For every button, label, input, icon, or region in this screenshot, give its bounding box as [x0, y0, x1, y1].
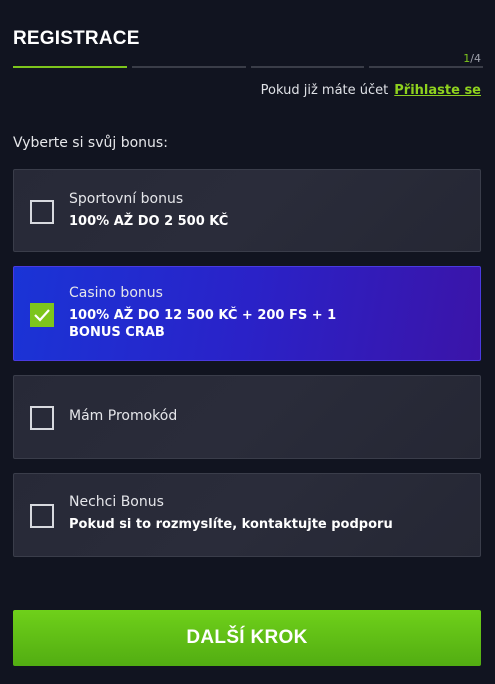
page-title: REGISTRACE — [13, 28, 140, 49]
login-link[interactable]: Přihlaste se — [394, 83, 481, 98]
bonus-option-none[interactable]: Nechci Bonus Pokud si to rozmyslíte, kon… — [13, 473, 481, 557]
checkbox-sport[interactable] — [30, 200, 54, 224]
step-indicator-1 — [13, 66, 127, 68]
login-prompt: Pokud již máte účet — [260, 83, 389, 98]
step-indicator-2 — [131, 66, 246, 68]
bonus-option-casino[interactable]: Casino bonus 100% AŽ DO 12 500 KČ + 200 … — [13, 266, 481, 361]
checkbox-casino[interactable] — [30, 303, 54, 327]
bonus-title: Sportovní bonus — [69, 191, 184, 207]
login-row: Pokud již máte účet Přihlaste se — [261, 83, 481, 98]
checkbox-promocode[interactable] — [30, 406, 54, 430]
bonus-title: Mám Promokód — [69, 408, 178, 424]
bonus-subtitle: 100% AŽ DO 12 500 KČ + 200 FS + 1 BONUS … — [69, 308, 337, 340]
bonus-subtitle: Pokud si to rozmyslíte, kontaktujte podp… — [69, 517, 393, 532]
bonus-subtitle: 100% AŽ DO 2 500 KČ — [69, 214, 229, 229]
step-counter: 1/4 — [463, 52, 481, 65]
checkbox-none[interactable] — [30, 504, 54, 528]
step-indicator-4 — [369, 66, 483, 68]
step-total: /4 — [470, 52, 481, 65]
checkmark-icon — [34, 309, 50, 322]
step-indicator-3 — [250, 66, 365, 68]
bonus-option-sport[interactable]: Sportovní bonus 100% AŽ DO 2 500 KČ — [13, 169, 481, 252]
bonus-title: Casino bonus — [69, 285, 163, 301]
next-step-button[interactable]: DALŠÍ KROK — [13, 610, 481, 666]
step-progress — [13, 66, 483, 68]
bonus-section-label: Vyberte si svůj bonus: — [13, 135, 168, 151]
bonus-option-promocode[interactable]: Mám Promokód — [13, 375, 481, 459]
bonus-title: Nechci Bonus — [69, 494, 164, 510]
